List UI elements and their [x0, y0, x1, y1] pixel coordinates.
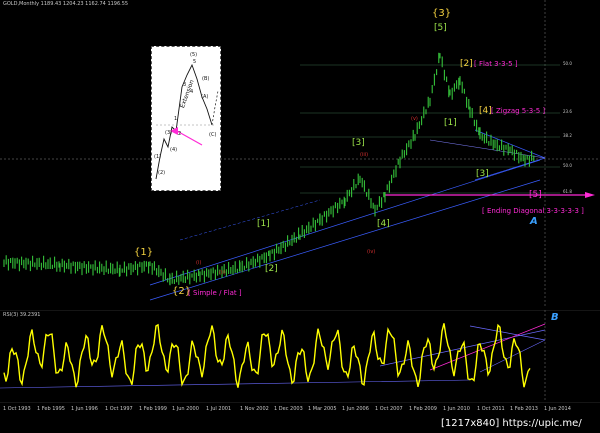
wave-label-5: [5]: [434, 23, 447, 33]
price-axis-label: 23.6: [563, 109, 572, 114]
inset-svg: [155, 63, 219, 180]
time-axis-label: 1 Mar 2005: [308, 406, 337, 412]
price-axis-label: 38.2: [563, 133, 572, 138]
time-axis: 1 Oct 1993 1 Feb 1995 1 Jun 1996 1 Oct 1…: [0, 402, 600, 418]
time-axis-label: 1 Feb 2009: [409, 406, 437, 412]
inset-label-2: 2: [178, 131, 182, 137]
inset-label-a: (A): [201, 94, 209, 100]
price-axis-label: 50.0: [563, 163, 572, 168]
candle-series: [3, 52, 535, 286]
inset-label-b: (B): [202, 76, 210, 82]
time-axis-label: 1 Jun 2010: [443, 406, 470, 412]
inset-label-1: 1: [174, 116, 178, 122]
time-axis-label: 1 Jun 2006: [342, 406, 369, 412]
time-axis-label: 1 Jun 2014: [544, 406, 571, 412]
inset-label-5: 5: [193, 59, 197, 65]
wave-label-4: [4]: [479, 106, 492, 116]
wave-label-2-flat: [2]: [460, 59, 473, 69]
price-axis-label: 50.0: [563, 61, 572, 66]
marker-a-icon: A: [530, 216, 538, 227]
wave-label-3-sq: [3]: [352, 138, 365, 148]
wave-label-2-desc: [ Simple / Flat ]: [188, 289, 242, 297]
target-arrow-head: [585, 192, 595, 198]
wave-label-5-sq: [5]: [529, 190, 542, 200]
time-axis-label: 1 Oct 1993: [3, 406, 31, 412]
rsi-chart-svg: [0, 310, 600, 402]
price-pane[interactable]: GOLD,Monthly 1189.43 1204.23 1162.74 119…: [0, 0, 600, 308]
trend-channel-lower: [149, 179, 541, 301]
subwave-label: (v): [411, 116, 418, 122]
diagonal-upper: [474, 129, 546, 159]
price-axis-label: 61.8: [563, 189, 572, 194]
time-axis-label: 1 Jul 2001: [206, 406, 232, 412]
rsi-pane[interactable]: RSI(3) 39.2391 B: [0, 310, 600, 402]
inset-label-2a: (2): [158, 170, 166, 176]
chart-window[interactable]: GOLD,Monthly 1189.43 1204.23 1162.74 119…: [0, 0, 600, 433]
ending-diagonal-desc: [ Ending Diagonal 3-3-3-3-3 ]: [482, 207, 584, 215]
wave-label-1-sq: [1]: [444, 118, 457, 128]
wave-label-3-top: {3}: [432, 8, 452, 19]
subwave-label: (iii): [360, 152, 369, 158]
time-axis-label: 1 Oct 2007: [375, 406, 403, 412]
rsi-line: [3, 323, 531, 388]
inset-label-3a: (3): [165, 130, 173, 136]
inset-label-1a: (1): [154, 154, 162, 160]
time-axis-label: 1 Dec 2003: [274, 406, 303, 412]
marker-b-icon: B: [551, 312, 559, 323]
time-axis-label: 1 Feb 1999: [139, 406, 167, 412]
time-axis-label: 1 Jun 1996: [71, 406, 98, 412]
time-axis-label: 1 Feb 2013: [510, 406, 538, 412]
wave-label-2-inner: [2]: [265, 264, 278, 274]
price-chart-svg: [0, 0, 600, 308]
zigzag-desc: [ Zigzag 5-3-5 ]: [491, 107, 546, 115]
time-axis-label: 1 Nov 2002: [240, 406, 269, 412]
wave-label-1-inner: [1]: [257, 219, 270, 229]
subwave-label: (i): [196, 260, 202, 266]
time-axis-label: 1 Jun 2000: [172, 406, 199, 412]
inset-label-5a: (5): [190, 52, 198, 58]
extension-inset: (5) 5 3 (3) 1 2 (2) (1) (4) 4 (A) (B) (C…: [151, 46, 221, 191]
flat-desc: [ Flat 3-3-5 ]: [474, 60, 518, 68]
watermark-text: [1217x840] https://upic.me/: [441, 418, 582, 429]
time-axis-label: 1 Feb 1995: [37, 406, 65, 412]
time-axis-label: 1 Oct 1997: [105, 406, 133, 412]
wave-label-4-sq: [4]: [377, 219, 390, 229]
inset-label-4a: (4): [170, 147, 178, 153]
time-axis-label: 1 Oct 2011: [477, 406, 505, 412]
subwave-label: (ii): [219, 270, 226, 276]
wave-label-3-sq-b: [3]: [476, 169, 489, 179]
inset-label-c: (C): [209, 132, 217, 138]
price-candles: [3, 52, 535, 286]
wave-label-1: {1}: [134, 247, 154, 258]
subwave-label: (iv): [367, 249, 376, 255]
